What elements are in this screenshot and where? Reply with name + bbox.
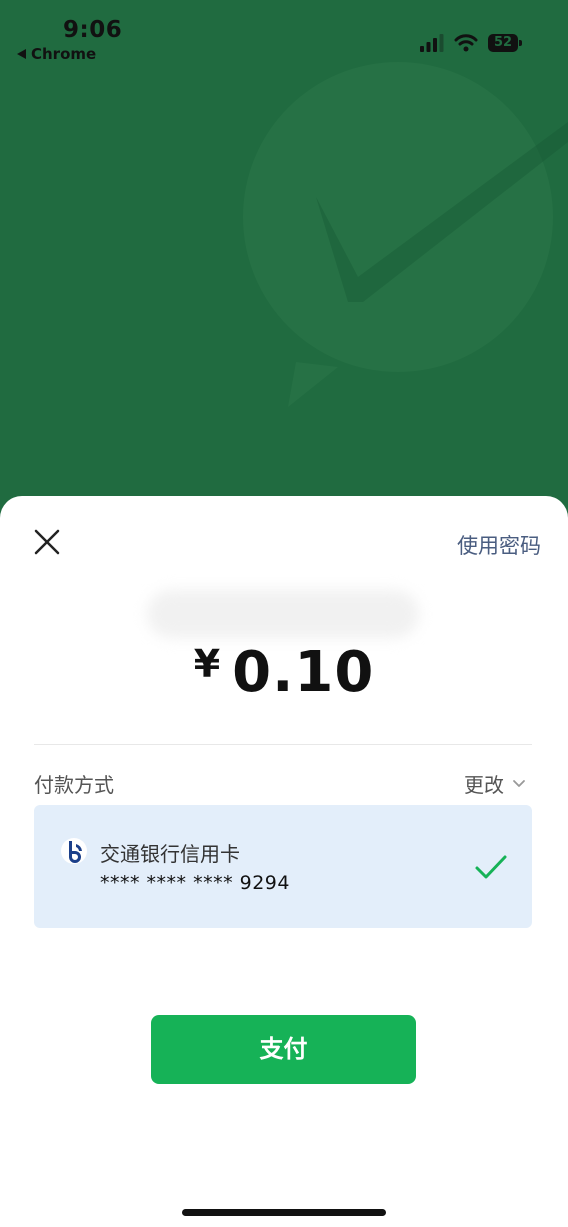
amount-value: 0.10 xyxy=(232,640,375,705)
payment-method-label: 付款方式 xyxy=(34,773,114,797)
back-app-label: Chrome xyxy=(31,45,97,63)
status-time: 9:06 xyxy=(63,17,123,43)
currency-symbol: ¥ xyxy=(193,642,221,686)
wechat-pay-watermark-icon xyxy=(243,62,568,407)
use-password-link[interactable]: 使用密码 xyxy=(457,530,541,560)
back-to-app-link[interactable]: Chrome xyxy=(17,45,96,63)
merchant-name-blurred xyxy=(147,590,419,638)
chevron-down-icon xyxy=(513,779,525,787)
cellular-signal-icon xyxy=(420,34,444,52)
battery-icon: 52 xyxy=(488,34,522,52)
divider xyxy=(34,744,532,745)
payment-sheet: 使用密码 ¥0.10 付款方式 更改 交通银行信用卡 **** **** ***… xyxy=(0,496,568,1227)
status-icons: 52 xyxy=(420,32,522,54)
home-indicator xyxy=(182,1209,386,1216)
checkmark-icon xyxy=(475,855,507,879)
payment-amount: ¥0.10 xyxy=(0,640,568,705)
back-arrow-icon xyxy=(17,49,26,59)
bank-name: 交通银行信用卡 xyxy=(100,842,240,866)
status-bar: 9:06 Chrome 52 xyxy=(0,0,568,70)
payment-header-background xyxy=(0,0,568,540)
selected-bank-card[interactable]: 交通银行信用卡 **** **** **** 9294 xyxy=(34,805,532,928)
pay-button[interactable]: 支付 xyxy=(151,1015,416,1084)
change-payment-method-button[interactable]: 更改 xyxy=(464,769,526,798)
close-icon[interactable] xyxy=(32,527,62,557)
card-number: **** **** **** 9294 xyxy=(100,872,290,894)
bank-logo-icon xyxy=(61,838,87,864)
change-label: 更改 xyxy=(464,773,504,797)
wifi-icon xyxy=(454,34,478,52)
